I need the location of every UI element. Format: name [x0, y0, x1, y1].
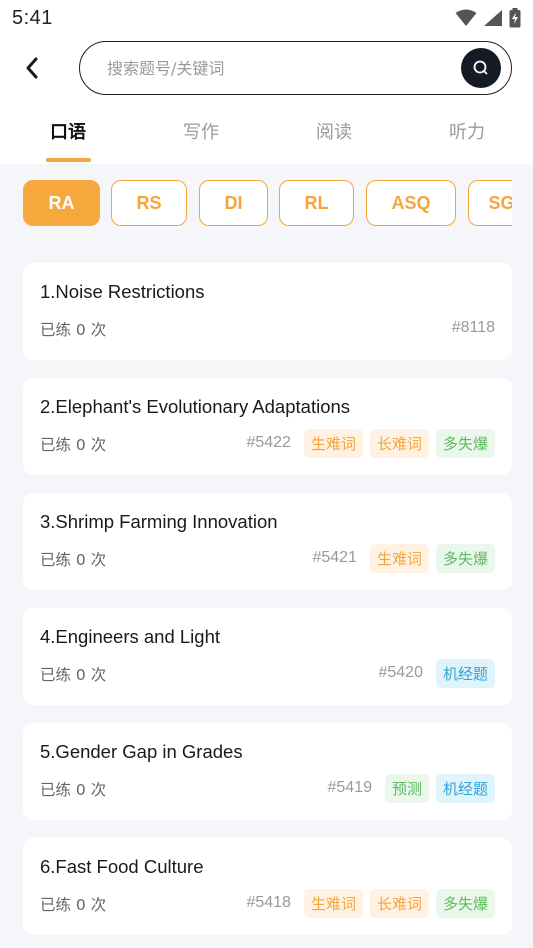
search-button[interactable]	[461, 48, 501, 88]
tag-badge: 机经题	[435, 773, 495, 803]
question-meta: #5419 预测 机经题	[327, 773, 495, 803]
tag-badge: 生难词	[369, 543, 429, 573]
tag-badge: 多失爆	[435, 428, 495, 458]
tag-badge: 生难词	[303, 888, 363, 918]
question-card[interactable]: 4.Engineers and Light 已练 0 次 #5420 机经题	[23, 608, 512, 705]
question-title: 4.Engineers and Light	[40, 626, 220, 647]
category-tabs: 口语 写作 阅读 听力	[0, 108, 533, 164]
practice-count: 已练 0 次	[40, 896, 107, 914]
tab-listening[interactable]: 听力	[427, 118, 507, 164]
search-box	[79, 41, 512, 95]
chip-ra[interactable]: RA	[23, 180, 100, 226]
question-card[interactable]: 5.Gender Gap in Grades 已练 0 次 #5419 预测 机…	[23, 723, 512, 820]
question-meta: #5422 生难词 长难词 多失爆	[246, 428, 495, 458]
status-time: 5:41	[12, 6, 53, 29]
question-id: #5421	[312, 549, 357, 566]
question-card[interactable]: 6.Fast Food Culture 已练 0 次 #5418 生难词 长难词…	[23, 838, 512, 935]
question-id: #8118	[451, 319, 495, 336]
question-meta: #5418 生难词 长难词 多失爆	[246, 888, 495, 918]
tag-badge: 机经题	[435, 658, 495, 688]
question-id: #5419	[327, 779, 372, 796]
chip-asq[interactable]: ASQ	[366, 180, 456, 226]
question-meta: #5420 机经题	[378, 658, 495, 688]
question-title: 3.Shrimp Farming Innovation	[40, 511, 278, 532]
status-bar: 5:41	[0, 0, 533, 36]
back-button[interactable]	[18, 52, 46, 84]
question-title: 1.Noise Restrictions	[40, 281, 205, 302]
status-icons	[455, 8, 521, 28]
question-id: #5420	[378, 664, 423, 681]
chip-di[interactable]: DI	[199, 180, 268, 226]
signal-icon	[484, 10, 502, 26]
search-icon	[473, 60, 488, 75]
practice-count: 已练 0 次	[40, 666, 107, 684]
question-type-chips: RA RS DI RL ASQ SGD	[23, 180, 512, 228]
tag-badge: 预测	[384, 773, 429, 803]
tab-writing[interactable]: 写作	[161, 118, 241, 164]
question-meta: #5421 生难词 多失爆	[312, 543, 495, 573]
chip-rl[interactable]: RL	[279, 180, 354, 226]
question-meta: #8118	[452, 313, 495, 343]
question-title: 6.Fast Food Culture	[40, 856, 204, 877]
search-input[interactable]	[107, 58, 437, 78]
active-tab-indicator	[46, 158, 91, 162]
question-card[interactable]: 2.Elephant's Evolutionary Adaptations 已练…	[23, 378, 512, 475]
header	[0, 36, 533, 100]
question-title: 5.Gender Gap in Grades	[40, 741, 243, 762]
question-title: 2.Elephant's Evolutionary Adaptations	[40, 396, 351, 417]
practice-count: 已练 0 次	[40, 551, 107, 569]
wifi-icon	[455, 9, 477, 26]
chevron-left-icon	[26, 57, 38, 79]
tag-badge: 长难词	[369, 428, 429, 458]
chip-rs[interactable]: RS	[111, 180, 187, 226]
question-card[interactable]: 3.Shrimp Farming Innovation 已练 0 次 #5421…	[23, 493, 512, 590]
tag-badge: 生难词	[303, 428, 363, 458]
battery-charging-icon	[509, 8, 521, 28]
tag-badge: 多失爆	[435, 543, 495, 573]
question-card[interactable]: 1.Noise Restrictions 已练 0 次 #8118	[23, 263, 512, 360]
question-id: #5422	[246, 434, 291, 451]
content-area: RA RS DI RL ASQ SGD 1.Noise Restrictions…	[0, 164, 533, 948]
tag-badge: 长难词	[369, 888, 429, 918]
practice-count: 已练 0 次	[40, 321, 107, 339]
tab-reading[interactable]: 阅读	[294, 118, 374, 164]
practice-count: 已练 0 次	[40, 436, 107, 454]
chip-sgd[interactable]: SGD	[468, 180, 512, 226]
tag-badge: 多失爆	[435, 888, 495, 918]
practice-count: 已练 0 次	[40, 781, 107, 799]
question-id: #5418	[246, 894, 291, 911]
